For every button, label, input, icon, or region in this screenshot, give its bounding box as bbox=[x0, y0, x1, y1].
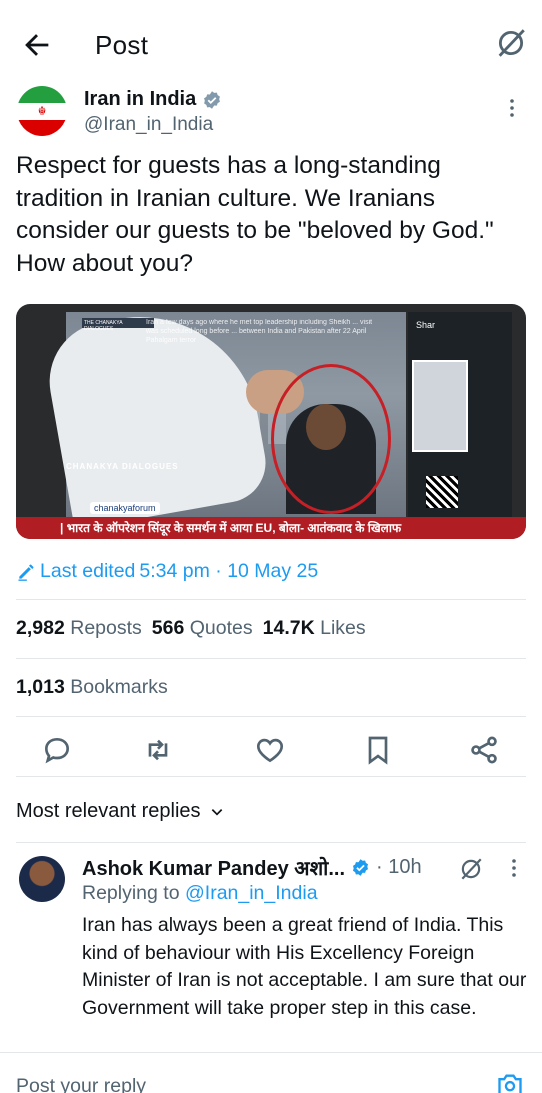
video-share-text: Shar bbox=[416, 320, 436, 330]
likes-label: Likes bbox=[320, 617, 366, 639]
reply-author[interactable]: Ashok Kumar Pandey अशो... · 10h bbox=[82, 854, 422, 881]
reply-input[interactable]: Post your reply bbox=[16, 1075, 146, 1093]
replying-to-handle[interactable]: @Iran_in_India bbox=[185, 882, 318, 904]
engagement-stats: 2,982 Reposts 566 Quotes 14.7K Likes bbox=[16, 617, 366, 640]
author-name[interactable]: Iran in India bbox=[84, 88, 222, 111]
quotes-label: Quotes bbox=[189, 617, 253, 639]
last-edited-label[interactable]: Last edited bbox=[40, 560, 135, 583]
tweet-text: Respect for guests has a long-standing t… bbox=[16, 152, 494, 277]
replying-to: Replying to @Iran_in_India bbox=[82, 882, 318, 905]
repost-icon[interactable] bbox=[142, 734, 174, 766]
video-pip bbox=[412, 360, 468, 452]
highlight-circle bbox=[271, 364, 391, 514]
verified-badge-icon bbox=[204, 90, 221, 109]
last-edited-time[interactable]: 5:34 pm · 10 May 25 bbox=[139, 560, 318, 583]
video-band: CHANAKYA DIALOGUES bbox=[66, 462, 179, 471]
likes-count: 14.7K bbox=[262, 617, 315, 639]
replying-to-prefix: Replying to bbox=[82, 882, 180, 904]
tweet-author: ☬ Iran in India @Iran_in_India bbox=[0, 82, 542, 146]
grok-icon[interactable] bbox=[458, 856, 484, 882]
share-icon[interactable] bbox=[468, 734, 500, 766]
action-bar bbox=[0, 728, 542, 770]
divider bbox=[16, 716, 526, 717]
likes-stat[interactable]: 14.7K Likes bbox=[263, 617, 366, 640]
page-title: Post bbox=[95, 30, 149, 60]
back-arrow-icon[interactable] bbox=[20, 28, 54, 62]
verified-badge-icon bbox=[352, 859, 369, 876]
divider bbox=[16, 776, 526, 777]
video-caption: Iran a few days ago where he met top lea… bbox=[146, 319, 373, 344]
reposts-label: Reposts bbox=[70, 617, 142, 639]
replies-sort-dropdown[interactable]: Most relevant replies bbox=[16, 800, 225, 823]
reposts-count: 2,982 bbox=[16, 617, 65, 639]
grok-icon[interactable] bbox=[494, 26, 528, 60]
qr-code bbox=[426, 476, 458, 508]
bookmarks-stat[interactable]: 1,013 Bookmarks bbox=[16, 676, 168, 699]
reply-author-name[interactable]: Ashok Kumar Pandey अशो... bbox=[82, 854, 345, 881]
divider bbox=[16, 658, 526, 659]
video-ticker: | भारत के ऑपरेशन सिंदूर के समर्थन में आय… bbox=[16, 517, 526, 539]
bookmarks-label: Bookmarks bbox=[70, 676, 168, 698]
last-edited[interactable]: Last edited 5:34 pm · 10 May 25 bbox=[16, 560, 318, 583]
author-handle[interactable]: @Iran_in_India bbox=[84, 114, 213, 136]
reply-text: Iran has always been a great friend of I… bbox=[82, 914, 527, 1019]
tweet-media-video[interactable]: THE CHANAKYA DIALOGUES Iran a few days a… bbox=[16, 304, 526, 539]
video-logo: THE CHANAKYA DIALOGUES bbox=[82, 318, 154, 332]
more-icon[interactable] bbox=[504, 96, 520, 120]
author-name-text[interactable]: Iran in India bbox=[84, 88, 196, 111]
replies-sort-label: Most relevant replies bbox=[16, 800, 201, 822]
top-bar: Post bbox=[0, 0, 542, 90]
reply-time[interactable]: · 10h bbox=[376, 856, 422, 879]
video-forum-tag: chanakyaforum bbox=[90, 502, 160, 514]
more-icon[interactable] bbox=[506, 856, 522, 880]
reply-icon[interactable] bbox=[41, 734, 73, 766]
emblem-icon: ☬ bbox=[37, 104, 47, 118]
chevron-down-icon bbox=[211, 808, 222, 816]
bookmark-icon[interactable] bbox=[362, 734, 394, 766]
like-icon[interactable] bbox=[254, 734, 286, 766]
camera-icon[interactable] bbox=[496, 1073, 524, 1093]
reply-item[interactable]: Ashok Kumar Pandey अशो... · 10h Replying… bbox=[0, 846, 542, 1051]
avatar[interactable] bbox=[19, 856, 65, 902]
reposts-stat[interactable]: 2,982 Reposts bbox=[16, 617, 142, 640]
reply-composer[interactable]: Post your reply bbox=[0, 1052, 542, 1093]
edit-pencil-icon bbox=[18, 564, 34, 581]
bookmarks-count: 1,013 bbox=[16, 676, 65, 698]
divider bbox=[16, 599, 526, 600]
divider bbox=[16, 842, 526, 843]
avatar[interactable]: ☬ bbox=[17, 86, 67, 136]
quotes-stat[interactable]: 566 Quotes bbox=[152, 617, 253, 640]
quotes-count: 566 bbox=[151, 617, 185, 639]
